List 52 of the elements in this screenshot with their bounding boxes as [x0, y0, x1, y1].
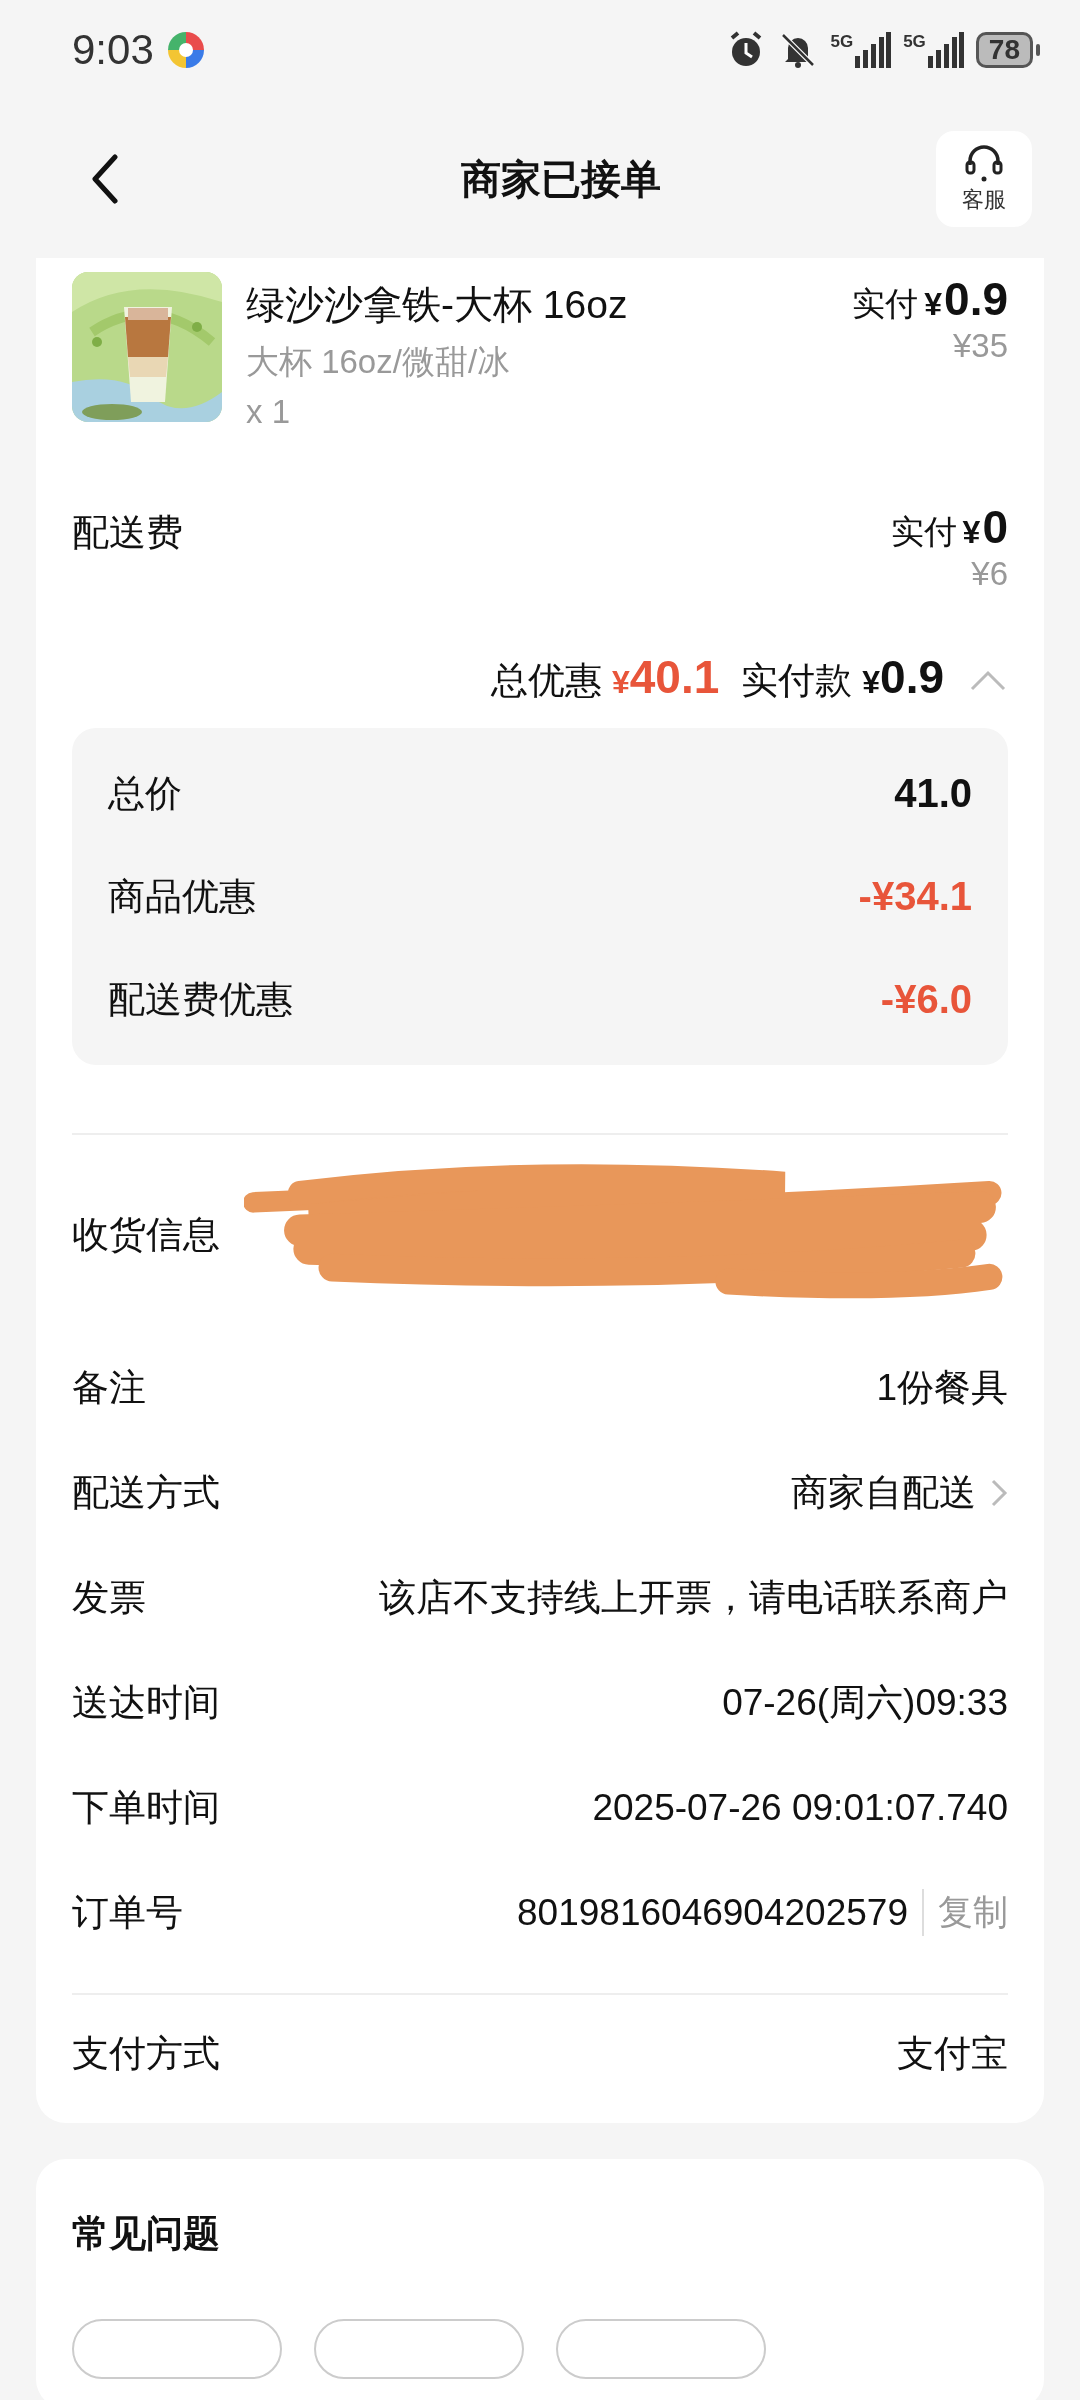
- detail-label: 送达时间: [72, 1680, 220, 1725]
- detail-label: 订单号: [72, 1890, 183, 1935]
- question-chip[interactable]: [556, 2319, 766, 2379]
- discount-value: -¥34.1: [858, 874, 972, 919]
- question-chip[interactable]: [314, 2319, 524, 2379]
- paid-amount: ¥0.9: [924, 272, 1008, 326]
- amount-paid-label: 实付款: [741, 659, 853, 703]
- amount-paid: ¥0.9: [862, 650, 944, 704]
- detail-value: 2025-07-26 09:01:07.740: [592, 1786, 1008, 1829]
- product-quantity: x 1: [246, 393, 292, 431]
- headset-icon: [964, 143, 1004, 183]
- paid-label: 实付: [890, 512, 957, 552]
- customer-service-button[interactable]: 客服: [936, 131, 1032, 227]
- breakdown-label: 总价: [108, 771, 182, 816]
- paid-amount: ¥0: [962, 500, 1008, 554]
- back-icon: [90, 154, 120, 204]
- detail-value: 07-26(周六)09:33: [722, 1680, 1008, 1725]
- original-price: ¥35: [952, 327, 1008, 365]
- network-label: 5G: [903, 32, 926, 52]
- delivery-fee-label: 配送费: [72, 511, 183, 555]
- question-chip[interactable]: [72, 2319, 282, 2379]
- back-button[interactable]: [90, 154, 120, 204]
- total-discount-amount: ¥40.1: [611, 650, 720, 704]
- paid-label: 实付: [852, 284, 919, 324]
- battery-level: 78: [975, 32, 1033, 68]
- signal-icon: [927, 32, 964, 68]
- product-options: 大杯 16oz/微甜/冰: [246, 340, 829, 385]
- detail-label: 发票: [72, 1575, 146, 1620]
- delivery-method-link[interactable]: 商家自配送: [791, 1467, 976, 1518]
- breakdown-label: 商品优惠: [108, 874, 256, 919]
- detail-value: 1份餐具: [876, 1365, 1008, 1410]
- total-value: 41.0: [894, 771, 972, 816]
- section-title: 常见问题: [72, 2212, 221, 2256]
- detail-label: 备注: [72, 1365, 146, 1410]
- detail-label: 配送方式: [72, 1470, 220, 1515]
- app-icon: [165, 30, 206, 70]
- network-label: 5G: [830, 32, 854, 52]
- status-time: 9:03: [72, 26, 154, 74]
- detail-value: 该店不支持线上开票，请电话联系商户: [379, 1575, 1008, 1620]
- payment-method-label: 支付方式: [72, 2032, 220, 2076]
- original-price: ¥6: [971, 555, 1008, 593]
- product-name: 绿沙沙拿铁-大杯 16oz: [246, 282, 629, 328]
- chevron-right-icon: [990, 1477, 1008, 1508]
- detail-label: 收货信息: [72, 1213, 220, 1257]
- page-title: 商家已接单: [461, 155, 661, 203]
- signal-icon: [855, 32, 892, 68]
- total-discount-label: 总优惠: [490, 659, 602, 703]
- payment-method-value: 支付宝: [897, 2032, 1008, 2076]
- discount-value: -¥6.0: [880, 977, 972, 1022]
- detail-value: 8019816046904202579: [517, 1891, 908, 1934]
- breakdown-label: 配送费优惠: [108, 977, 293, 1022]
- detail-label: 下单时间: [72, 1785, 220, 1830]
